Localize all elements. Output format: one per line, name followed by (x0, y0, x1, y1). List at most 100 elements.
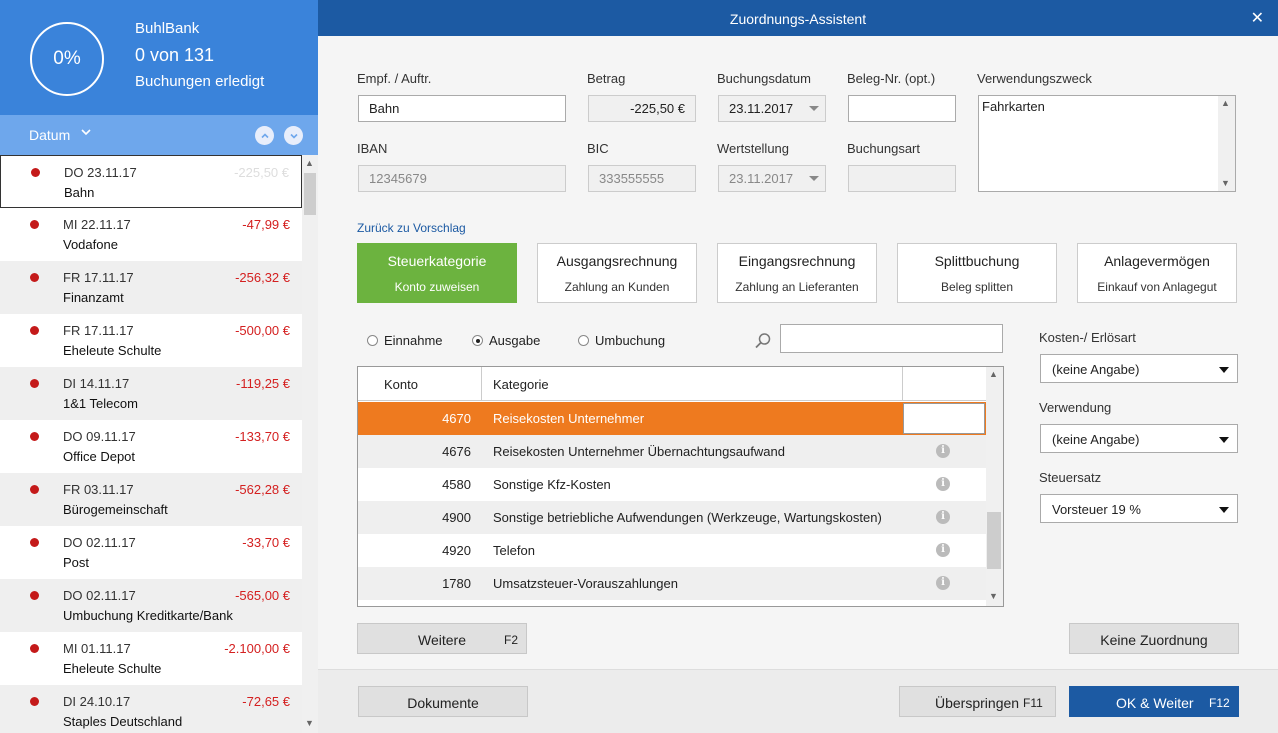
radio-circle[interactable] (472, 335, 483, 346)
row-edit-cell[interactable] (903, 403, 985, 434)
payee-input[interactable]: Bahn (358, 95, 566, 122)
booking-amount: -72,65 € (242, 694, 290, 709)
info-icon[interactable]: i (936, 444, 950, 458)
scroll-down-icon[interactable]: ▼ (989, 591, 998, 601)
tab-subtitle: Einkauf von Anlagegut (1097, 280, 1217, 294)
cost-type-value: (keine Angabe) (1052, 362, 1140, 377)
close-button[interactable]: ✕ (1251, 8, 1264, 28)
booking-name: Office Depot (63, 449, 136, 464)
sort-ascending-button[interactable] (255, 126, 274, 145)
booking-list-item[interactable]: FR 03.11.17 Bürogemeinschaft -562,28 € (0, 473, 302, 526)
radio-circle[interactable] (578, 335, 589, 346)
scroll-up-icon[interactable]: ▲ (1221, 98, 1230, 108)
tab-incoming-invoice[interactable]: Eingangsrechnung Zahlung an Lieferanten (717, 243, 877, 303)
info-icon[interactable]: i (936, 576, 950, 590)
scrollbar-thumb[interactable] (987, 512, 1001, 569)
booking-list-item[interactable]: MI 22.11.17 Vodafone -47,99 € (0, 208, 302, 261)
radio-expense[interactable]: Ausgabe (472, 333, 540, 348)
chevron-down-icon[interactable] (80, 126, 92, 141)
booking-amount: -33,70 € (242, 535, 290, 550)
tab-fixed-assets[interactable]: Anlagevermögen Einkauf von Anlagegut (1077, 243, 1237, 303)
table-row[interactable]: 4580 Sonstige Kfz-Kosten i (358, 468, 986, 501)
more-button[interactable]: Weitere F2 (357, 623, 527, 654)
scrollbar-thumb[interactable] (304, 173, 316, 215)
booking-list-item[interactable]: DI 24.10.17 Staples Deutschland -72,65 € (0, 685, 302, 733)
ok-next-button[interactable]: OK & Weiter F12 (1069, 686, 1239, 717)
category-name: Reisekosten Unternehmer Übernachtungsauf… (493, 444, 785, 459)
tab-subtitle: Beleg splitten (940, 280, 1014, 294)
usage-select[interactable]: (keine Angabe) (1040, 424, 1238, 453)
iban-label: IBAN (357, 141, 388, 156)
booking-date: FR 17.11.17 (63, 323, 134, 338)
radio-transfer[interactable]: Umbuchung (578, 333, 665, 348)
receipt-number-input[interactable] (848, 95, 956, 122)
search-input[interactable] (780, 324, 1003, 353)
scroll-up-icon[interactable]: ▲ (305, 158, 314, 168)
booking-list-item[interactable]: FR 17.11.17 Finanzamt -256,32 € (0, 261, 302, 314)
booking-amount: -562,28 € (235, 482, 290, 497)
tax-rate-select[interactable]: Vorsteuer 19 % (1040, 494, 1238, 523)
booking-list-item[interactable]: DO 02.11.17 Umbuchung Kreditkarte/Bank -56… (0, 579, 302, 632)
scroll-down-icon[interactable]: ▼ (1221, 178, 1230, 188)
documents-button[interactable]: Dokumente (358, 686, 528, 717)
purpose-textarea[interactable]: Fahrkarten ▲ ▼ (978, 95, 1236, 192)
tab-title: Splittbuchung (934, 253, 1020, 269)
table-row[interactable]: 1780 Umsatzsteuer-Vorauszahlungen i (358, 567, 986, 600)
skip-shortcut: F11 (1023, 696, 1043, 710)
radio-circle[interactable] (367, 335, 378, 346)
column-header-category[interactable]: Kategorie (493, 377, 549, 392)
documents-label: Dokumente (407, 695, 479, 711)
booking-list-item[interactable]: DI 14.11.17 1&1 Telecom -119,25 € (0, 367, 302, 420)
unassigned-status-dot (30, 697, 39, 706)
bookings-sidebar: 0% BuhlBank 0 von 131 Buchungen erledigt… (0, 0, 318, 733)
sort-dropdown[interactable]: Datum (29, 127, 70, 143)
tab-tax-category[interactable]: Steuerkategorie Konto zuweisen (357, 243, 517, 303)
purpose-text: Fahrkarten (982, 99, 1045, 114)
category-table: Konto Kategorie 4670 Reisekosten Unterneh… (357, 366, 1004, 607)
value-date-value: 23.11.2017 (729, 171, 794, 186)
cost-type-select[interactable]: (keine Angabe) (1040, 354, 1238, 383)
skip-button[interactable]: Überspringen F11 (899, 686, 1056, 717)
booking-list-item[interactable]: MI 01.11.17 Eheleute Schulte -2.100,00 € (0, 632, 302, 685)
dropdown-arrow-icon[interactable] (809, 106, 819, 111)
purpose-scrollbar[interactable]: ▲ ▼ (1218, 96, 1235, 191)
dropdown-arrow-icon (1219, 507, 1229, 513)
booking-name: Eheleute Schulte (63, 343, 162, 358)
unassigned-status-dot (30, 273, 39, 282)
no-assignment-button[interactable]: Keine Zuordnung (1069, 623, 1239, 654)
table-row[interactable]: 4670 Reisekosten Unternehmer (358, 402, 986, 435)
booking-date-input[interactable]: 23.11.2017 (718, 95, 826, 122)
column-divider (902, 367, 903, 401)
scroll-up-icon[interactable]: ▲ (989, 369, 998, 379)
tab-subtitle: Zahlung an Kunden (564, 280, 670, 294)
booking-date: MI 22.11.17 (63, 217, 131, 232)
booking-date-label: Buchungsdatum (717, 71, 811, 86)
sidebar-scrollbar[interactable]: ▲ ▼ (302, 155, 318, 733)
booking-list-item[interactable]: FR 17.11.17 Eheleute Schulte -500,00 € (0, 314, 302, 367)
scroll-down-icon[interactable]: ▼ (305, 718, 314, 728)
account-number: 4920 (442, 543, 471, 558)
table-scrollbar[interactable]: ▲ ▼ (986, 367, 1003, 606)
info-icon[interactable]: i (936, 543, 950, 557)
table-row[interactable]: 4676 Reisekosten Unternehmer Übernachtung… (358, 435, 986, 468)
back-to-suggestion-link[interactable]: Zurück zu Vorschlag (357, 221, 466, 235)
unassigned-status-dot (30, 379, 39, 388)
tab-outgoing-invoice[interactable]: Ausgangsrechnung Zahlung an Kunden (537, 243, 697, 303)
table-row[interactable]: 4900 Sonstige betriebliche Aufwendungen (… (358, 501, 986, 534)
ok-next-label: OK & Weiter (1116, 695, 1194, 711)
booking-name: Vodafone (63, 237, 118, 252)
column-header-account[interactable]: Konto (384, 377, 418, 392)
table-row[interactable]: 4920 Telefon i (358, 534, 986, 567)
assignment-panel: Empf. / Auftr. Betrag Buchungsdatum Bele… (318, 36, 1278, 733)
info-icon[interactable]: i (936, 510, 950, 524)
search-icon[interactable] (754, 332, 772, 353)
tab-split-booking[interactable]: Splittbuchung Beleg splitten (897, 243, 1057, 303)
info-icon[interactable]: i (936, 477, 950, 491)
booking-list-item[interactable]: DO 02.11.17 Post -33,70 € (0, 526, 302, 579)
booking-date: DO 02.11.17 (63, 588, 136, 603)
booking-date: FR 03.11.17 (63, 482, 134, 497)
booking-list-item[interactable]: DO 23.11.17 Bahn -225,50 € (0, 155, 302, 208)
sort-descending-button[interactable] (284, 126, 303, 145)
booking-list-item[interactable]: DO 09.11.17 Office Depot -133,70 € (0, 420, 302, 473)
radio-income[interactable]: Einnahme (367, 333, 443, 348)
